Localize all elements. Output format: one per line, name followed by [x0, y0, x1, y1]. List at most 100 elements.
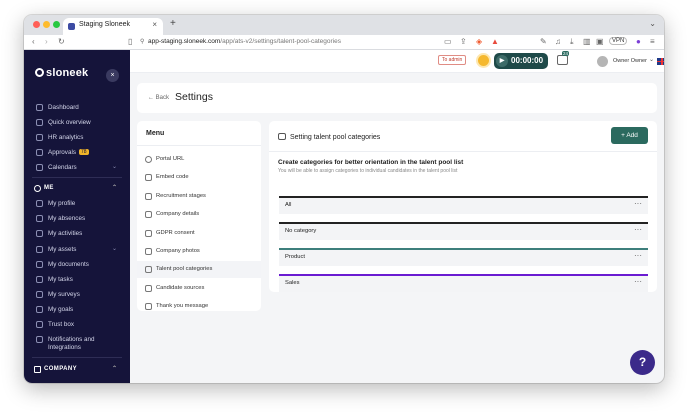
back-button[interactable]: ← Back: [148, 95, 169, 101]
sidebar-toggle-icon[interactable]: ▥: [583, 37, 591, 46]
add-category-button[interactable]: + Add: [611, 127, 648, 144]
url-field[interactable]: app-staging.sloneek.com/app/ats-v2/setti…: [148, 38, 341, 45]
sidebar-divider: [32, 357, 122, 358]
goal-icon: [36, 306, 43, 313]
sidebar-item-my-tasks[interactable]: My tasks: [24, 273, 130, 287]
sidebar-item-my-documents[interactable]: My documents: [24, 258, 130, 272]
bookmark-icon[interactable]: ▯: [128, 37, 132, 46]
zoom-window-button[interactable]: [53, 21, 60, 28]
user-menu-chevron-icon[interactable]: ⌄: [649, 56, 654, 63]
sidebar-item-my-profile[interactable]: My profile: [24, 197, 130, 211]
sidebar-item-notifications-integrations[interactable]: Notifications and Integrations: [24, 333, 130, 353]
menu-item-gdpr-consent[interactable]: GDPR consent: [137, 225, 261, 242]
globe-icon: [145, 156, 152, 163]
category-row-sales[interactable]: Sales ···: [279, 274, 648, 292]
sidebar-item-trust-box[interactable]: Trust box: [24, 318, 130, 332]
uk-flag-icon[interactable]: [657, 58, 664, 65]
menu-item-thank-you-message[interactable]: Thank you message: [137, 298, 261, 311]
menu-item-talent-pool-categories[interactable]: Talent pool categories: [137, 261, 261, 278]
vpn-button[interactable]: VPN: [609, 37, 628, 45]
category-row-no-category[interactable]: No category ···: [279, 222, 648, 240]
tab-list-chevron-icon[interactable]: ⌄: [649, 19, 656, 28]
help-button[interactable]: ?: [630, 350, 655, 375]
back-arrow-icon: ←: [148, 95, 156, 101]
time-tracker-button[interactable]: ▶ 00:00:00: [494, 53, 548, 69]
menu-item-label: Company photos: [156, 248, 200, 254]
category-label: Product: [285, 254, 305, 260]
sidebar-item-my-assets[interactable]: My assets ⌄: [24, 243, 130, 257]
screen-cast-icon[interactable]: ▭: [444, 37, 452, 46]
category-row-product[interactable]: Product ···: [279, 248, 648, 266]
site-info-icon[interactable]: ⚲: [140, 38, 144, 45]
sidebar-item-hr-analytics[interactable]: HR analytics: [24, 131, 130, 145]
forward-arrow-icon[interactable]: ›: [45, 37, 48, 46]
sidebar-item-label: Quick overview: [48, 119, 91, 126]
panel-divider: [269, 151, 657, 152]
brave-rewards-icon[interactable]: ▲: [491, 37, 499, 46]
download-icon[interactable]: ⤓: [570, 37, 574, 47]
sidebar-item-my-goals[interactable]: My goals: [24, 303, 130, 317]
category-row-all[interactable]: All ···: [279, 196, 648, 214]
tab-close-icon[interactable]: ×: [152, 20, 157, 29]
photos-icon: [145, 248, 152, 255]
wallet-icon[interactable]: ▣: [596, 37, 604, 46]
share-icon[interactable]: ⇪: [460, 37, 467, 46]
settings-menu: Menu Portal URL Embed code Recruitment s…: [137, 121, 261, 311]
notifications-icon[interactable]: 24: [557, 51, 570, 65]
back-arrow-icon[interactable]: ‹: [32, 37, 35, 46]
folder-icon: [36, 261, 43, 268]
menu-item-recruitment-stages[interactable]: Recruitment stages: [137, 188, 261, 205]
browser-menu-icon[interactable]: ≡: [650, 37, 655, 46]
sidebar-item-approvals[interactable]: Approvals 78: [24, 146, 130, 160]
close-window-button[interactable]: [33, 21, 40, 28]
talent-pool-categories-panel: Setting talent pool categories + Add Cre…: [269, 121, 657, 292]
browser-tab[interactable]: Staging Sloneek ×: [63, 18, 163, 35]
to-admin-button[interactable]: To admin: [438, 55, 467, 65]
new-tab-button[interactable]: +: [170, 18, 176, 29]
profile-avatar-icon[interactable]: ●: [636, 37, 641, 46]
sidebar-item-my-activities[interactable]: My activities: [24, 227, 130, 241]
back-label: Back: [155, 95, 170, 101]
sidebar-item-quick-overview[interactable]: Quick overview: [24, 116, 130, 130]
sidebar-item-label: HR analytics: [48, 134, 84, 141]
media-icon[interactable]: ♫: [555, 37, 561, 46]
sidebar-item-my-absences[interactable]: My absences: [24, 212, 130, 226]
menu-item-embed-code[interactable]: Embed code: [137, 169, 261, 186]
page-title: Settings: [175, 91, 213, 103]
sidebar-section-me[interactable]: ME ⌃: [24, 183, 130, 195]
menu-item-portal-url[interactable]: Portal URL: [137, 151, 261, 168]
more-options-icon[interactable]: ···: [634, 277, 642, 286]
document-icon: [145, 230, 152, 237]
chevron-down-icon: ⌄: [112, 246, 118, 252]
message-icon: [145, 303, 152, 310]
user-name[interactable]: Owner Owner: [613, 58, 647, 64]
extensions-icon[interactable]: ✎: [540, 37, 547, 46]
sloneek-logo[interactable]: sloneek: [35, 67, 88, 79]
panel-header: Setting talent pool categories: [278, 133, 380, 141]
person-icon: [34, 185, 41, 192]
menu-item-candidate-sources[interactable]: Candidate sources: [137, 280, 261, 297]
more-options-icon[interactable]: ···: [634, 251, 642, 260]
menu-item-label: Talent pool categories: [156, 266, 213, 272]
sidebar-item-label: My goals: [48, 306, 74, 313]
section-label: ME: [44, 185, 54, 191]
sidebar-item-calendars[interactable]: Calendars ⌄: [24, 161, 130, 175]
reload-icon[interactable]: ↻: [58, 37, 65, 46]
home-icon: [36, 104, 43, 111]
play-icon[interactable]: ▶: [496, 55, 508, 67]
more-options-icon[interactable]: ···: [634, 225, 642, 234]
gear-icon: [36, 336, 43, 343]
menu-item-company-photos[interactable]: Company photos: [137, 243, 261, 260]
brave-shield-icon[interactable]: ◈: [476, 37, 482, 46]
sidebar-item-my-surveys[interactable]: My surveys: [24, 288, 130, 302]
chevron-up-icon: ⌃: [112, 366, 118, 372]
sidebar-divider: [32, 177, 122, 178]
sidebar-item-dashboard[interactable]: Dashboard: [24, 101, 130, 115]
sidebar-section-company[interactable]: COMPANY ⌃: [24, 364, 130, 376]
menu-item-company-details[interactable]: Company details: [137, 206, 261, 223]
minimize-window-button[interactable]: [43, 21, 50, 28]
sidebar-close-button[interactable]: ×: [106, 69, 119, 82]
more-options-icon[interactable]: ···: [634, 199, 642, 208]
chevron-down-icon: ⌄: [112, 164, 118, 170]
avatar[interactable]: [597, 56, 608, 67]
